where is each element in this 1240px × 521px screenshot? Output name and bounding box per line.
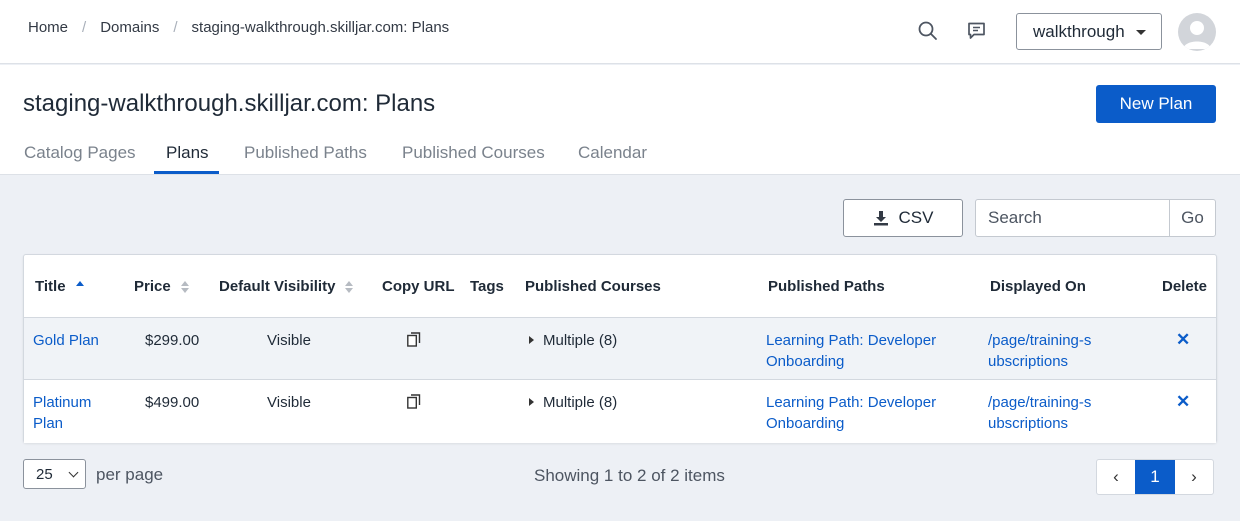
courses-expander[interactable]: Multiple (8)	[529, 330, 617, 351]
column-header-tags: Tags	[470, 278, 504, 295]
download-icon	[873, 211, 888, 226]
plan-title-link[interactable]: Gold Plan	[33, 330, 113, 351]
published-path-link[interactable]: Learning Path: Developer Onboarding	[766, 392, 946, 434]
column-header-delete: Delete	[1162, 278, 1208, 295]
courses-expander[interactable]: Multiple (8)	[529, 392, 617, 413]
column-header-title[interactable]: Title	[35, 278, 84, 295]
published-path-link[interactable]: Learning Path: Developer Onboarding	[766, 330, 946, 372]
csv-download-button[interactable]: CSV	[843, 199, 963, 237]
breadcrumb: Home / Domains / staging-walkthrough.ski…	[28, 19, 449, 36]
copy-url-icon[interactable]	[407, 394, 421, 409]
go-button[interactable]: Go	[1170, 200, 1215, 236]
search-box: Go	[975, 199, 1216, 237]
column-header-published-courses: Published Courses	[525, 278, 661, 295]
displayed-on-link[interactable]: /page/training-subscriptions	[988, 330, 1098, 372]
breadcrumb-separator: /	[82, 19, 87, 36]
workspace-select-value: walkthrough	[1033, 21, 1125, 41]
caret-right-icon	[529, 398, 534, 406]
column-header-copy-url: Copy URL	[382, 278, 455, 295]
delete-icon[interactable]: ✕	[1176, 330, 1190, 350]
csv-label: CSV	[898, 208, 934, 227]
new-plan-button[interactable]: New Plan	[1096, 85, 1216, 123]
plan-title-link[interactable]: Platinum Plan	[33, 392, 105, 434]
tab-catalog-pages[interactable]: Catalog Pages	[24, 143, 136, 163]
per-page-select[interactable]: 25	[23, 459, 86, 489]
feedback-icon[interactable]	[966, 20, 990, 44]
tab-published-courses[interactable]: Published Courses	[402, 143, 545, 163]
next-page-button[interactable]: ›	[1175, 460, 1213, 494]
column-header-price[interactable]: Price	[134, 278, 189, 295]
chevron-down-icon	[68, 467, 79, 478]
breadcrumb-domains[interactable]: Domains	[100, 19, 159, 36]
page-title: staging-walkthrough.skilljar.com: Plans	[23, 90, 436, 117]
column-header-published-paths: Published Paths	[768, 278, 885, 295]
plans-table: Title Price Default Visibility Copy URL …	[23, 254, 1217, 443]
copy-url-icon[interactable]	[407, 332, 421, 347]
plan-price: $299.00	[145, 332, 200, 349]
prev-page-button[interactable]: ‹	[1097, 460, 1135, 494]
tab-calendar[interactable]: Calendar	[578, 143, 647, 163]
per-page-value: 25	[36, 465, 53, 483]
table-row: Platinum Plan $499.00 Visible Multiple (…	[24, 380, 1216, 443]
column-header-displayed-on: Displayed On	[990, 278, 1086, 295]
search-icon[interactable]	[917, 20, 941, 44]
sort-icon	[180, 280, 189, 293]
plan-visibility: Visible	[267, 394, 311, 411]
caret-down-icon	[1136, 30, 1146, 35]
delete-icon[interactable]: ✕	[1176, 392, 1190, 412]
top-bar: Home / Domains / staging-walkthrough.ski…	[0, 0, 1240, 64]
sort-ascending-icon	[75, 280, 84, 293]
search-input[interactable]	[976, 200, 1170, 236]
pagination-summary: Showing 1 to 2 of 2 items	[534, 466, 725, 485]
displayed-on-link[interactable]: /page/training-subscriptions	[988, 392, 1098, 434]
breadcrumb-current: staging-walkthrough.skilljar.com: Plans	[191, 19, 450, 36]
column-header-visibility[interactable]: Default Visibility	[219, 278, 354, 295]
page-button[interactable]: 1	[1135, 460, 1175, 494]
active-tab-indicator	[154, 171, 219, 174]
plan-price: $499.00	[145, 394, 200, 411]
sort-icon	[345, 280, 354, 293]
per-page-label: per page	[96, 465, 164, 484]
table-row: Gold Plan $299.00 Visible Multiple (8) L…	[24, 317, 1216, 380]
plan-visibility: Visible	[267, 332, 311, 349]
pagination: ‹ 1 ›	[1096, 459, 1214, 495]
page-header: staging-walkthrough.skilljar.com: Plans …	[0, 65, 1240, 175]
tab-published-paths[interactable]: Published Paths	[244, 143, 367, 163]
avatar[interactable]	[1178, 13, 1216, 51]
tab-plans[interactable]: Plans	[166, 143, 209, 163]
breadcrumb-separator: /	[173, 19, 178, 36]
caret-right-icon	[529, 336, 534, 344]
breadcrumb-home[interactable]: Home	[28, 19, 68, 36]
workspace-select[interactable]: walkthrough	[1016, 13, 1162, 50]
